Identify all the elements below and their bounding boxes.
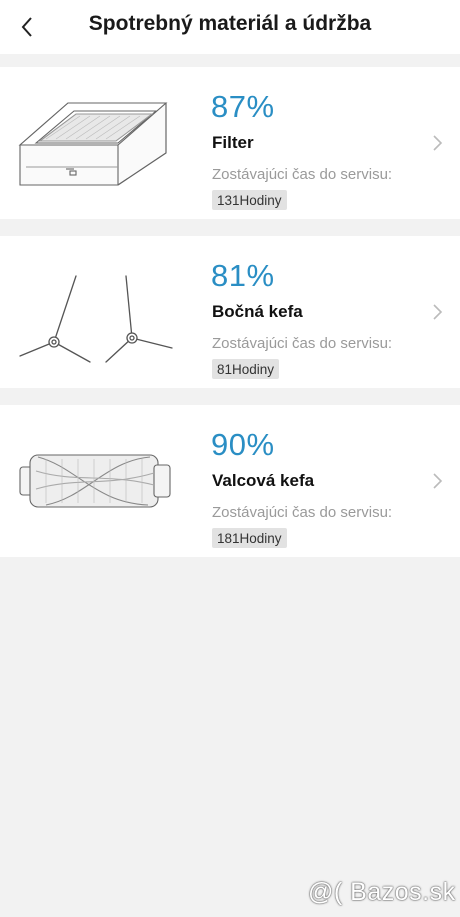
chevron-right-icon	[433, 473, 443, 489]
remaining-time-label: Zostávajúci čas do servisu:	[212, 166, 393, 183]
consumable-card-side-brush[interactable]: 81% Bočná kefa Zostávajúci čas do servis…	[0, 236, 460, 388]
filter-icon	[18, 102, 168, 186]
consumable-card-filter[interactable]: 87% Filter Zostávajúci čas do servisu: 1…	[0, 67, 460, 219]
remaining-percent: 90%	[211, 427, 275, 462]
hours-badge: 81Hodiny	[212, 359, 280, 379]
watermark: @( Bazos.sk	[308, 878, 456, 906]
hours-badge: 131Hodiny	[212, 190, 287, 210]
item-name: Filter	[212, 133, 254, 152]
item-name: Bočná kefa	[212, 302, 303, 321]
page-title: Spotrebný materiál a údržba	[88, 12, 372, 35]
remaining-percent: 87%	[211, 89, 275, 124]
item-name: Valcová kefa	[212, 471, 315, 490]
consumable-card-roller-brush[interactable]: 90% Valcová kefa Zostávajúci čas do serv…	[0, 405, 460, 557]
chevron-right-icon	[433, 304, 443, 320]
hours-badge: 181Hodiny	[212, 528, 287, 548]
side-brush-icon	[19, 275, 173, 363]
chevron-right-icon	[433, 135, 443, 151]
remaining-time-label: Zostávajúci čas do servisu:	[212, 504, 393, 521]
remaining-time-label: Zostávajúci čas do servisu:	[212, 335, 393, 352]
top-bar: Spotrebný materiál a údržba	[0, 0, 460, 54]
roller-brush-icon	[19, 454, 171, 508]
remaining-percent: 81%	[211, 258, 275, 293]
